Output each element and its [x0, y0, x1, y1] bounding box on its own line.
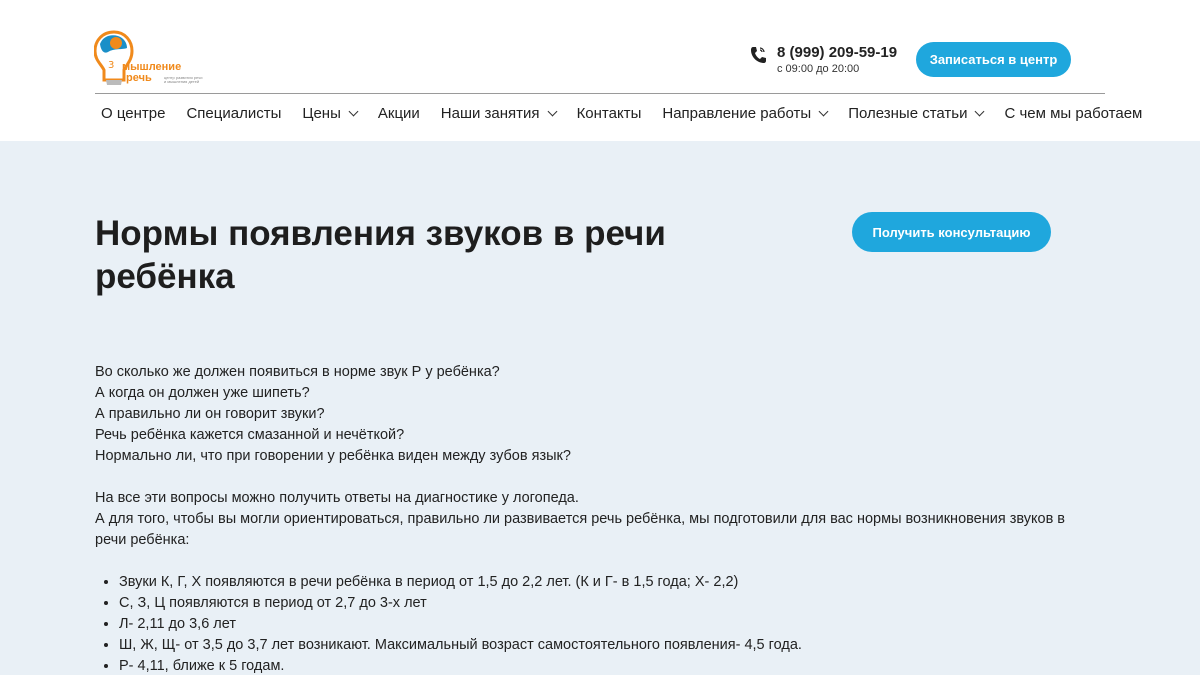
chevron-down-icon — [348, 106, 359, 116]
nav-item-prices[interactable]: Цены — [296, 105, 363, 122]
nav-item-label: Полезные статьи — [848, 104, 968, 122]
consultation-button[interactable]: Получить консультацию — [852, 212, 1051, 252]
nav-item-directions[interactable]: Направление работы — [656, 105, 833, 122]
question-line: Речь ребёнка кажется смазанной и нечётко… — [95, 427, 405, 443]
question-line: Нормально ли, что при говорении у ребёнк… — [95, 448, 571, 464]
nav-item-label: Контакты — [576, 104, 642, 122]
header-divider — [95, 93, 1105, 94]
article-content: Во сколько же должен появиться в норме з… — [95, 362, 1095, 675]
list-item: С, З, Ц появляются в период от 2,7 до 3-… — [119, 593, 1095, 614]
page-title: Нормы появления звуков в речи ребёнка — [95, 214, 666, 296]
nav-item-label: Наши занятия — [440, 104, 540, 122]
list-item: Звуки К, Г, Х появляются в речи ребёнка … — [119, 572, 1095, 593]
signup-button[interactable]: Записаться в центр — [916, 42, 1071, 77]
site-header: 3 мышление речь центр развития речи и мы… — [0, 0, 1200, 141]
working-hours: с 09:00 до 20:00 — [777, 63, 860, 75]
nav-item-about[interactable]: О центре — [95, 105, 171, 122]
question-line: Во сколько же должен появиться в норме з… — [95, 364, 500, 380]
nav-item-label: Цены — [302, 104, 341, 122]
nav-item-specialists[interactable]: Специалисты — [180, 105, 287, 122]
main-nav: О центре Специалисты Цены Акции Наши зан… — [95, 103, 1148, 123]
nav-item-label: Специалисты — [186, 104, 282, 122]
intro-line: А для того, чтобы вы могли ориентировать… — [95, 511, 1066, 548]
nav-item-classes[interactable]: Наши занятия — [435, 105, 562, 122]
intro-line: На все эти вопросы можно получить ответы… — [95, 490, 579, 506]
nav-item-label: Направление работы — [662, 104, 812, 122]
nav-item-label: О центре — [101, 104, 166, 122]
nav-item-promotions[interactable]: Акции — [372, 105, 426, 122]
nav-item-what-we-work-with[interactable]: С чем мы работаем — [998, 105, 1148, 122]
nav-item-contacts[interactable]: Контакты — [571, 105, 648, 122]
logo-tagline: центр развития речи и мышления детей — [164, 75, 203, 84]
chevron-down-icon — [975, 106, 985, 116]
question-line: А правильно ли он говорит звуки? — [95, 406, 325, 422]
phone-number[interactable]: 8 (999) 209-59-19 — [777, 44, 897, 61]
list-item: Ш, Ж, Щ- от 3,5 до 3,7 лет возникают. Ма… — [119, 635, 1095, 656]
question-line: А когда он должен уже шипеть? — [95, 385, 310, 401]
nav-item-label: Акции — [377, 104, 420, 122]
sound-norms-list: Звуки К, Г, Х появляются в речи ребёнка … — [119, 572, 1095, 675]
phone-icon — [751, 47, 766, 63]
list-item: Л- 2,11 до 3,6 лет — [119, 614, 1095, 635]
svg-text:3: 3 — [108, 60, 114, 71]
chevron-down-icon — [818, 106, 829, 116]
nav-item-label: С чем мы работаем — [1004, 104, 1143, 122]
nav-item-articles[interactable]: Полезные статьи — [842, 105, 989, 122]
list-item: Р- 4,11, ближе к 5 годам. — [119, 656, 1095, 675]
chevron-down-icon — [547, 106, 558, 116]
